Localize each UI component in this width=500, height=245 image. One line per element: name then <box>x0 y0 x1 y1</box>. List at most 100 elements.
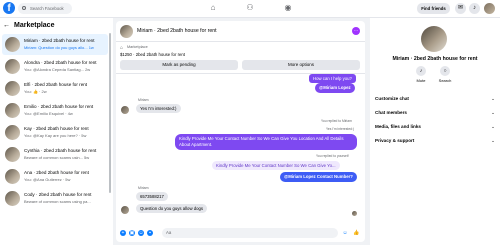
listing-avatar[interactable] <box>421 26 447 52</box>
message-input[interactable]: Aa <box>162 228 338 238</box>
conversation-item[interactable]: Ana · 2bed 2bath house for rent You: @An… <box>2 166 108 187</box>
conversation-preview: You: @Emilio Esquivel · 4w <box>24 111 73 116</box>
message-outgoing[interactable]: @Miriam Lopez <box>315 83 355 93</box>
conversation-item[interactable]: Miriam · 2bed 2bath house for rent Miria… <box>2 34 108 55</box>
marketplace-listing-card: ⌂ Marketplace $1250 · 2bed 2bath house f… <box>116 42 365 74</box>
conversation-item[interactable]: Kay · 2bed 2bath house for rent You: @Ka… <box>2 122 108 143</box>
emoji-icon[interactable]: ☺ <box>342 230 348 236</box>
listing-thumbnail <box>5 147 20 162</box>
conversation-list-panel: ← Marketplace Miriam · 2bed 2bath house f… <box>0 18 113 245</box>
message-incoming[interactable]: 6573588217 <box>136 192 168 201</box>
conversation-item[interactable]: Elfi · 2bed 2bath house for rent You: 👍 … <box>2 78 108 99</box>
composer: + ▣ ☺ ▪ Aa ☺ 👍 <box>116 226 365 242</box>
section-label: Privacy & support <box>375 138 415 143</box>
chevron-down-icon: ⌄ <box>491 138 495 143</box>
listing-thumbnail <box>5 103 20 118</box>
reply-indicator: You replied to yourself <box>316 154 349 158</box>
section-label: Media, files and links <box>375 124 421 129</box>
search-input[interactable]: Search Facebook <box>18 3 72 14</box>
reply-quote: Yes I'm interested:) <box>326 127 354 131</box>
seen-avatar <box>352 211 357 216</box>
conversation-name: Miriam · 2bed 2bath house for rent <box>392 56 478 62</box>
marketplace-icon: ⌂ <box>120 45 124 51</box>
chevron-down-icon: ⌄ <box>491 110 495 115</box>
listing-thumbnail <box>5 59 20 74</box>
sender-avatar <box>121 206 129 214</box>
customize-chat-section[interactable]: Customize chat ⌄ <box>375 96 495 101</box>
mute-bell-icon[interactable]: ♪ <box>416 66 426 76</box>
message-outgoing[interactable]: @Miriam Lopez Contact Number? <box>280 172 357 182</box>
marketplace-title: Marketplace <box>14 22 55 29</box>
conversation-title: Alondra · 2bed 2bath house for rent <box>24 60 97 65</box>
message-incoming[interactable]: Yes I'm interested:) <box>136 104 181 113</box>
conversation-item[interactable]: Cynthia · 2bed 2bath house for rent Bewa… <box>2 144 108 165</box>
media-files-links-section[interactable]: Media, files and links ⌄ <box>375 124 495 129</box>
sender-name: Miriam <box>138 98 149 102</box>
reply-quote: Kindly Provide Me Your Contact Number So… <box>212 161 340 170</box>
search-label: Search <box>438 78 452 83</box>
conversation-preview: Miriam: Question do you guys allo... 1w <box>24 45 94 50</box>
friends-icon[interactable]: ⚇ <box>245 3 255 13</box>
marketplace-label: Marketplace <box>127 45 148 49</box>
groups-icon[interactable]: ◉ <box>283 3 293 13</box>
message-outgoing[interactable]: Kindly Provide Me Your Contact Number So… <box>175 134 357 150</box>
add-icon[interactable]: + <box>120 230 126 236</box>
chat-title[interactable]: Miriam · 2bed 2bath house for rent <box>137 28 217 34</box>
listing-thumbnail <box>5 191 20 206</box>
back-arrow-icon[interactable]: ← <box>3 22 10 29</box>
photo-icon[interactable]: ▣ <box>129 230 135 236</box>
section-label: Chat members <box>375 110 407 115</box>
mute-label: Mute <box>416 78 426 83</box>
conversation-preview: You: 👍 · 2w <box>24 89 47 94</box>
search-icon[interactable]: ○ <box>440 66 450 76</box>
conversation-preview: You: @Kay Kay are you here? · 5w <box>24 133 87 138</box>
conversation-title: Ana · 2bed 2bath house for rent <box>24 170 89 175</box>
listing-thumbnail <box>5 169 20 184</box>
reply-indicator: You replied to Miriam <box>321 119 352 123</box>
conversation-details-panel: Miriam · 2bed 2bath house for rent ♪ Mut… <box>370 18 500 245</box>
chat-members-section[interactable]: Chat members ⌄ <box>375 110 495 115</box>
search-placeholder: Search Facebook <box>30 6 64 11</box>
message-outgoing[interactable]: How can I help you? <box>309 74 356 83</box>
conversation-title: Emilio · 2bed 2bath house for rent <box>24 104 94 109</box>
account-avatar[interactable] <box>484 3 495 14</box>
top-bar: f Search Facebook ⌂ ⚇ ◉ Find friends ✉ ♪ <box>0 0 500 18</box>
more-info-icon[interactable]: ⋯ <box>352 27 360 35</box>
listing-thumbnail <box>5 37 20 52</box>
conversation-item[interactable]: Emilio · 2bed 2bath house for rent You: … <box>2 100 108 121</box>
section-label: Customize chat <box>375 96 409 101</box>
conversation-title: Cynthia · 2bed 2bath house for rent <box>24 148 97 153</box>
conversation-item[interactable]: Cody · 2bed 2bath house for rent Beware … <box>2 188 108 209</box>
notifications-icon[interactable]: ♪ <box>469 3 480 14</box>
mark-as-pending-button[interactable]: Mark as pending <box>120 60 238 70</box>
listing-thumbnail[interactable] <box>120 25 133 38</box>
conversation-preview: You: @Ana Gutierrez · 5w <box>24 177 71 182</box>
marketplace-header: ← Marketplace <box>3 22 54 29</box>
listing-thumbnail <box>5 125 20 140</box>
scrollbar[interactable] <box>109 33 111 193</box>
conversation-title: Cody · 2bed 2bath house for rent <box>24 192 92 197</box>
more-options-button[interactable]: More options <box>242 60 360 70</box>
listing-thumbnail <box>5 81 20 96</box>
search-icon <box>22 6 26 10</box>
privacy-support-section[interactable]: Privacy & support ⌄ <box>375 138 495 143</box>
conversation-preview: You: @Alondra Cepeda Santiag... 2w <box>24 67 91 72</box>
conversation-item[interactable]: Alondra · 2bed 2bath house for rent You:… <box>2 56 108 77</box>
conversation-preview: Beware of common scams usin... 5w <box>24 155 90 160</box>
message-incoming[interactable]: Question do you guys allow dogs <box>136 204 208 213</box>
messenger-icon[interactable]: ✉ <box>455 3 466 14</box>
like-icon[interactable]: 👍 <box>353 230 359 236</box>
find-friends-button[interactable]: Find friends <box>417 3 450 14</box>
conversation-preview: Beware of common scams using pa... <box>24 199 91 204</box>
conversation-title: Kay · 2bed 2bath house for rent <box>24 126 89 131</box>
facebook-logo-icon[interactable]: f <box>3 2 15 14</box>
gif-icon[interactable]: ▪ <box>147 230 153 236</box>
chat-header: Miriam · 2bed 2bath house for rent ⋯ <box>116 21 365 42</box>
home-icon[interactable]: ⌂ <box>208 3 218 13</box>
conversation-title: Elfi · 2bed 2bath house for rent <box>24 82 88 87</box>
sticker-icon[interactable]: ☺ <box>138 230 144 236</box>
chevron-down-icon: ⌄ <box>491 124 495 129</box>
chat-panel: Miriam · 2bed 2bath house for rent ⋯ ⌂ M… <box>116 21 365 242</box>
sender-avatar <box>121 106 129 114</box>
listing-price-title[interactable]: $1250 · 2bed 2bath house for rent <box>120 52 185 57</box>
